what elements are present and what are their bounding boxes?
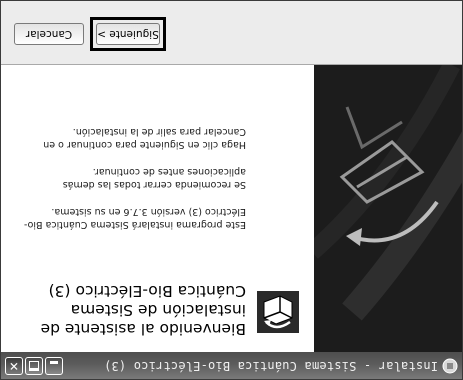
welcome-panel: Bienvenido al asistente de instalación d… (1, 65, 314, 352)
installer-app-icon (442, 358, 458, 374)
intro-paragraph: Este programa instalará Sistema Cuántica… (23, 206, 246, 231)
maximize-button[interactable] (25, 357, 43, 375)
title-bar[interactable]: Instalar - Sistema Cuántica Bio-Eléctric… (1, 352, 462, 379)
installer-box-icon (257, 291, 299, 333)
page-title: Bienvenido al asistente de instalación d… (40, 282, 246, 338)
close-apps-paragraph: Se recomienda cerrar todas las demás apl… (62, 166, 246, 191)
button-bar: Siguiente > Cancelar (1, 0, 462, 65)
rotated-stage: Instalar - Sistema Cuántica Bio-Eléctric… (0, 0, 463, 380)
minimize-button[interactable] (45, 357, 63, 375)
wizard-sidebar-image (314, 65, 462, 352)
cancel-button[interactable]: Cancelar (14, 23, 84, 45)
next-button[interactable]: Siguiente > (96, 23, 160, 45)
close-button[interactable]: ✕ (5, 357, 23, 375)
instructions-paragraph: Haga clic en Siguiente para continuar o … (43, 126, 246, 151)
folder-arrow-icon (314, 65, 462, 352)
installer-window: Instalar - Sistema Cuántica Bio-Eléctric… (0, 0, 463, 380)
window-title: Instalar - Sistema Cuántica Bio-Eléctric… (103, 359, 438, 373)
